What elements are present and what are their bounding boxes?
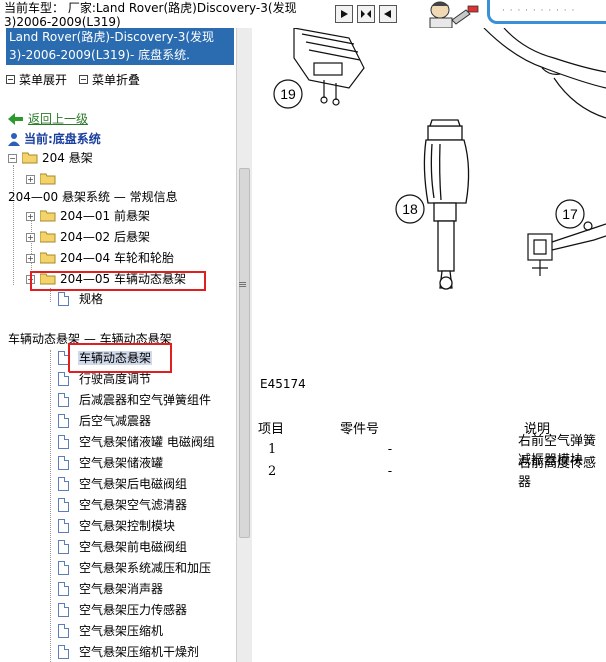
back-link[interactable]: 返回上一级 (8, 110, 88, 127)
folder-icon (40, 173, 56, 185)
tree-collapse-toggle[interactable]: − (8, 154, 17, 163)
tree-expand-toggle[interactable]: + (26, 212, 35, 221)
tree-node-204[interactable]: 204 悬架 (42, 150, 93, 166)
tree-leaf[interactable]: 空气悬架控制模块 (79, 518, 175, 534)
document-icon (58, 292, 69, 306)
content-pane: 19 18 17 E45174 项目 零件号 说明 1 - 右前空气弹簧减振器模… (254, 28, 606, 662)
tree-expand-toggle[interactable]: + (26, 254, 35, 263)
cell-item: 2 (268, 463, 277, 479)
air-spring-damper-drawing (423, 119, 470, 290)
menu-collapse-button[interactable]: 菜单折叠 (92, 71, 140, 88)
tree-expand-toggle[interactable]: + (26, 233, 35, 242)
document-icon (58, 372, 69, 386)
nav-buttons (335, 5, 397, 23)
highlight-box (68, 343, 172, 373)
figure-code: E45174 (260, 377, 306, 391)
green-arrow-left-icon (8, 112, 23, 125)
left-nav-panel: Land Rover(路虎)-Discovery-3(发现3)-2006-200… (0, 28, 236, 662)
menu-expand-button[interactable]: 菜单展开 (19, 71, 67, 88)
tree-leaf[interactable]: 空气悬架后电磁阀组 (79, 476, 187, 492)
height-sensor-drawing (527, 221, 606, 276)
tree-leaf[interactable]: 空气悬架压缩机 (79, 623, 163, 639)
app-window: 当前车型： 厂家:Land Rover(路虎)Discovery-3(发现3)2… (0, 0, 606, 662)
tree-leaf[interactable]: 空气悬架系统减压和加压 (79, 560, 211, 576)
tree-expand-toggle[interactable]: + (26, 175, 35, 184)
tree-node-204-04[interactable]: 204—04 车轮和轮胎 (60, 250, 174, 266)
expand-icon (6, 75, 15, 84)
document-icon (58, 456, 69, 470)
vehicle-header: Land Rover(路虎)-Discovery-3(发现3)-2006-200… (6, 28, 234, 65)
header-part-number: 零件号 (340, 421, 380, 437)
collapse-icon (79, 75, 89, 84)
tree-leaf[interactable]: 空气悬架消声器 (79, 581, 163, 597)
tree-leaf[interactable]: 行驶高度调节 (79, 371, 151, 387)
tree-leaf[interactable]: 空气悬架空气滤清器 (79, 497, 187, 513)
current-location-label: 当前:底盘系统 (24, 132, 101, 146)
document-icon (58, 561, 69, 575)
folder-open-icon (22, 152, 38, 164)
tree-leaf-spec[interactable]: 规格 (79, 291, 103, 307)
cell-part-number: - (387, 441, 393, 457)
nav-split-button[interactable] (357, 5, 375, 23)
current-vehicle-title: 当前车型： 厂家:Land Rover(路虎)Discovery-3(发现3)2… (4, 1, 297, 29)
tree-node-204-02[interactable]: 204—02 后悬架 (60, 229, 150, 245)
tree-guide (13, 165, 14, 285)
user-icon (8, 132, 20, 146)
nav-back-button[interactable] (379, 5, 397, 23)
splitter-grip-icon[interactable]: ≡ (238, 278, 247, 291)
document-icon (58, 519, 69, 533)
folder-icon (40, 210, 56, 222)
folder-icon (40, 231, 56, 243)
popup-dots-icon: · · · · · · · · · · (502, 6, 576, 16)
tree-leaf[interactable]: 后空气减震器 (79, 413, 151, 429)
callout-18: 18 (402, 201, 418, 217)
valve-block-drawing (293, 28, 365, 106)
cell-item: 1 (268, 441, 277, 457)
tree-leaf[interactable]: 空气悬架储液罐 (79, 455, 163, 471)
folder-icon (40, 252, 56, 264)
header-item: 项目 (258, 421, 285, 437)
tree-leaf[interactable]: 空气悬架前电磁阀组 (79, 539, 187, 555)
document-icon (58, 645, 69, 659)
popup-bubble: · · · · · · · · · · (487, 0, 606, 24)
document-icon (58, 603, 69, 617)
mascot-icon (429, 1, 479, 28)
split-arrows-icon (361, 10, 371, 18)
suspension-arm-drawing (483, 28, 606, 119)
suspension-diagram: 19 18 17 (273, 28, 606, 290)
document-icon (58, 477, 69, 491)
callout-17: 17 (562, 206, 578, 222)
cell-description: 右前高度传感器 (518, 456, 597, 490)
parts-table: 项目 零件号 说明 1 - 右前空气弹簧减振器模块 2 - 右前高度传感器 (258, 416, 604, 491)
tree-node-204-01[interactable]: 204—01 前悬架 (60, 208, 150, 224)
back-link-label: 返回上一级 (28, 112, 89, 126)
document-icon (58, 624, 69, 638)
scrollbar-thumb[interactable] (239, 168, 250, 538)
play-icon (341, 10, 348, 18)
menu-toolbar: 菜单展开 菜单折叠 (6, 71, 140, 88)
nav-play-button[interactable] (335, 5, 353, 23)
table-row: 2 - 右前高度传感器 (258, 456, 604, 490)
document-icon (58, 393, 69, 407)
left-panel-scrollbar[interactable] (236, 28, 252, 662)
document-icon (58, 582, 69, 596)
tree-leaf[interactable]: 空气悬架储液罐 电磁阀组 (79, 434, 215, 450)
document-icon (58, 414, 69, 428)
tree-leaf[interactable]: 空气悬架压力传感器 (79, 602, 187, 618)
current-location: 当前:底盘系统 (8, 130, 101, 147)
tree-section-204-00: 204—00 悬架系统 — 常规信息 (8, 190, 178, 204)
document-icon (58, 435, 69, 449)
tree-leaf[interactable]: 空气悬架压缩机干燥剂 (79, 644, 199, 660)
back-icon (384, 10, 391, 18)
cell-part-number: - (387, 463, 393, 479)
highlight-box (30, 271, 206, 291)
tree-leaf[interactable]: 后减震器和空气弹簧组件 (79, 392, 211, 408)
callout-19: 19 (280, 86, 296, 102)
document-icon (58, 498, 69, 512)
tree-guide (50, 350, 51, 662)
document-icon (58, 540, 69, 554)
top-bar: 当前车型： 厂家:Land Rover(路虎)Discovery-3(发现3)2… (0, 0, 606, 29)
